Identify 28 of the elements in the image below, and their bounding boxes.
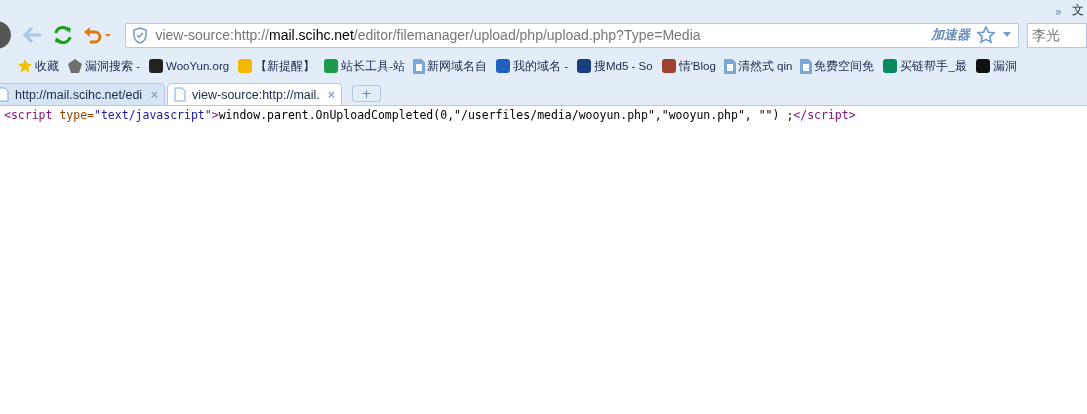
- avatar-icon[interactable]: [0, 20, 12, 50]
- bookmark-item[interactable]: 买链帮手_最: [879, 58, 970, 74]
- star-icon[interactable]: [977, 26, 995, 44]
- bookmark-item[interactable]: 清然式 qin: [720, 58, 796, 74]
- url-text: view-source:http://mail.scihc.net/editor/filemanager/upload/php/upload.php?Type=Media: [155, 27, 702, 43]
- bookmark-item[interactable]: 漏洞搜索 -: [64, 58, 144, 74]
- bookmark-item[interactable]: 收藏: [14, 58, 62, 74]
- address-field[interactable]: view-source:http://mail.scihc.net/editor/filemanager/upload/php/upload.php?Type=Media 加速器: [125, 22, 1019, 48]
- page-icon: [174, 87, 186, 102]
- bookmark-item[interactable]: 【新提醒】: [234, 58, 319, 74]
- search-field[interactable]: 李光: [1027, 22, 1087, 48]
- bookmark-item[interactable]: 免费空间免: [797, 58, 878, 74]
- bookmark-item[interactable]: 新网域名自: [409, 58, 490, 74]
- menu-text[interactable]: 文: [1072, 2, 1084, 19]
- back-arrow-icon[interactable]: [21, 24, 44, 46]
- browser-tab[interactable]: http://mail.scihc.net/edi ×: [0, 83, 165, 105]
- dropdown-icon[interactable]: [1002, 32, 1012, 38]
- bookmark-item[interactable]: WooYun.org: [145, 58, 233, 74]
- page-icon: [0, 87, 9, 102]
- browser-tab[interactable]: view-source:http://mail. ×: [167, 83, 342, 105]
- accelerator-button[interactable]: 加速器: [931, 26, 970, 44]
- shield-icon: [132, 26, 149, 44]
- bookmark-item[interactable]: 搜Md5 - So: [573, 58, 656, 74]
- bookmark-item[interactable]: 漏洞: [971, 58, 1020, 74]
- bookmark-item[interactable]: 情'Blog: [657, 58, 719, 74]
- source-code-line: <script type="text/javascript">window.parent.OnUploadCompleted(0,"/userfiles/media/wooyun.php","wooyun.php", "") ;</script>: [4, 108, 857, 122]
- bookmark-item[interactable]: 我的域名 -: [491, 58, 571, 74]
- bookmark-item[interactable]: 站长工具-站: [320, 58, 408, 74]
